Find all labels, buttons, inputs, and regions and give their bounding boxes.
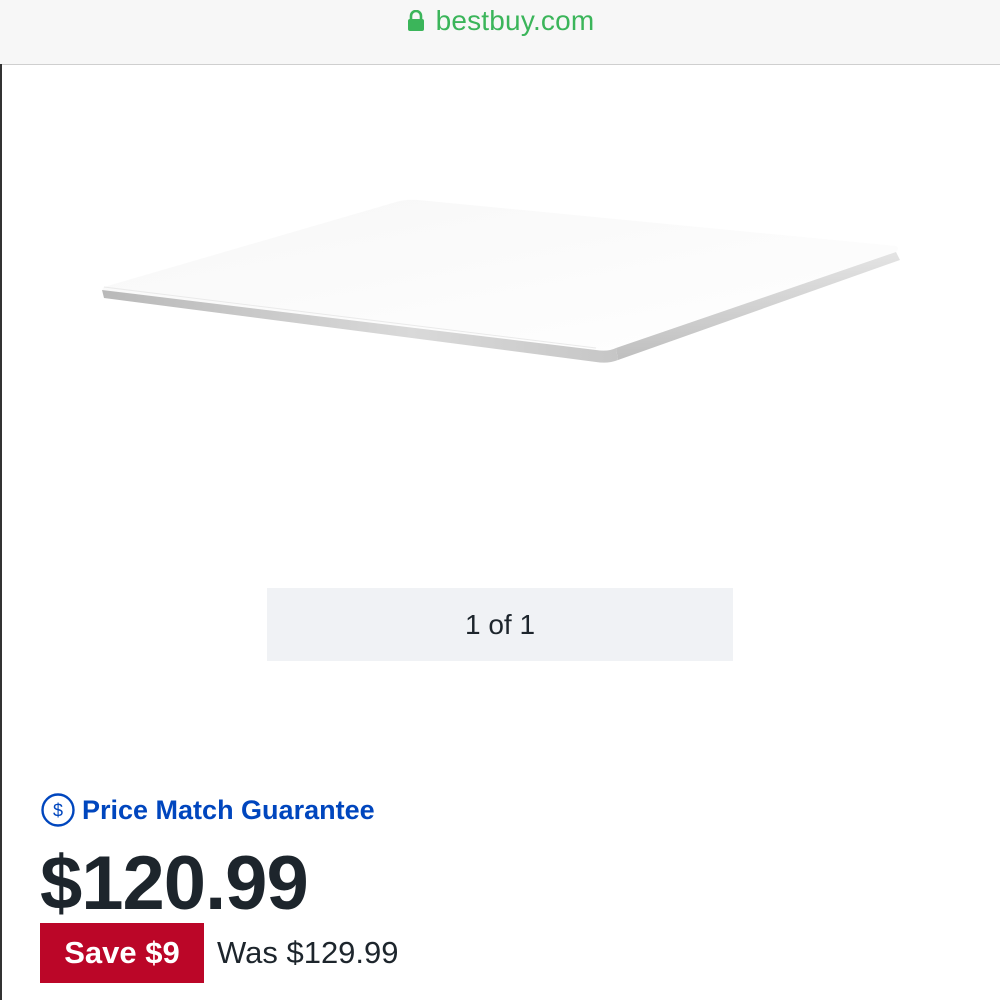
- current-price: $120.99: [40, 841, 309, 926]
- price-match-guarantee[interactable]: $ Price Match Guarantee: [40, 792, 375, 828]
- was-price: Was $129.99: [217, 935, 399, 970]
- price-match-label: Price Match Guarantee: [82, 794, 375, 825]
- save-badge: Save $9: [40, 923, 204, 983]
- lock-icon: [407, 10, 424, 31]
- carousel-counter: 1 of 1: [267, 588, 733, 661]
- browser-address-bar[interactable]: bestbuy.com: [0, 0, 1000, 65]
- product-page: bestbuy.com 1 of 1 $ Price Match Guarant…: [0, 0, 1000, 1000]
- dollar-circle-icon: $: [41, 793, 75, 827]
- left-edge-divider: [0, 64, 2, 1000]
- trackpad-image[interactable]: [96, 190, 908, 370]
- address-content: bestbuy.com: [406, 5, 595, 37]
- url-text: bestbuy.com: [435, 5, 595, 36]
- svg-text:$: $: [53, 801, 63, 821]
